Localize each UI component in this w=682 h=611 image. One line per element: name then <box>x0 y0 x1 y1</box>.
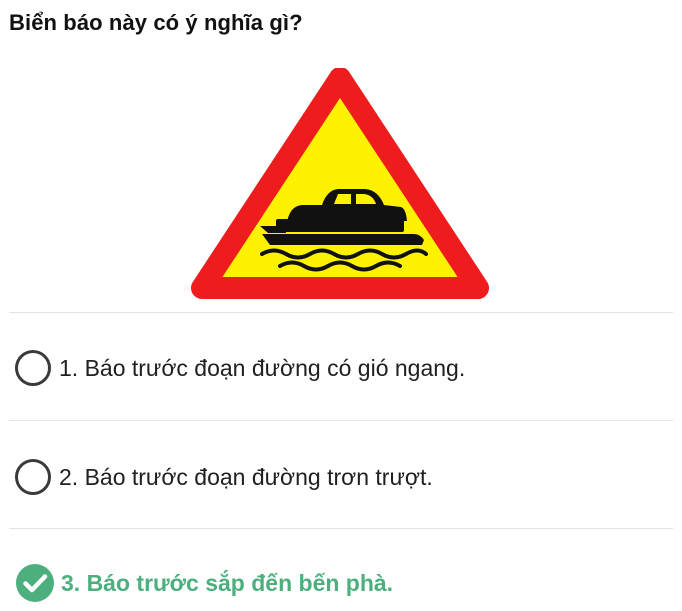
radio-unchecked-icon[interactable] <box>15 350 51 386</box>
check-circle-icon[interactable] <box>15 563 55 603</box>
question-title: Biển báo này có ý nghĩa gì? <box>9 10 303 35</box>
divider <box>9 528 673 529</box>
ferry-warning-sign-icon <box>190 68 490 300</box>
divider <box>9 420 673 421</box>
answer-option-2[interactable]: 2. Báo trước đoạn đường trơn trượt. <box>15 457 433 497</box>
answer-option-3-label: 3. Báo trước sắp đến bến phà. <box>61 569 394 596</box>
answer-option-1-label: 1. Báo trước đoạn đường có gió ngang. <box>59 354 466 381</box>
answer-option-1[interactable]: 1. Báo trước đoạn đường có gió ngang. <box>15 348 465 388</box>
answer-option-2-label: 2. Báo trước đoạn đường trơn trượt. <box>59 463 433 490</box>
answer-option-3-correct[interactable]: 3. Báo trước sắp đến bến phà. <box>15 563 393 603</box>
divider <box>9 312 673 313</box>
radio-unchecked-icon[interactable] <box>15 459 51 495</box>
